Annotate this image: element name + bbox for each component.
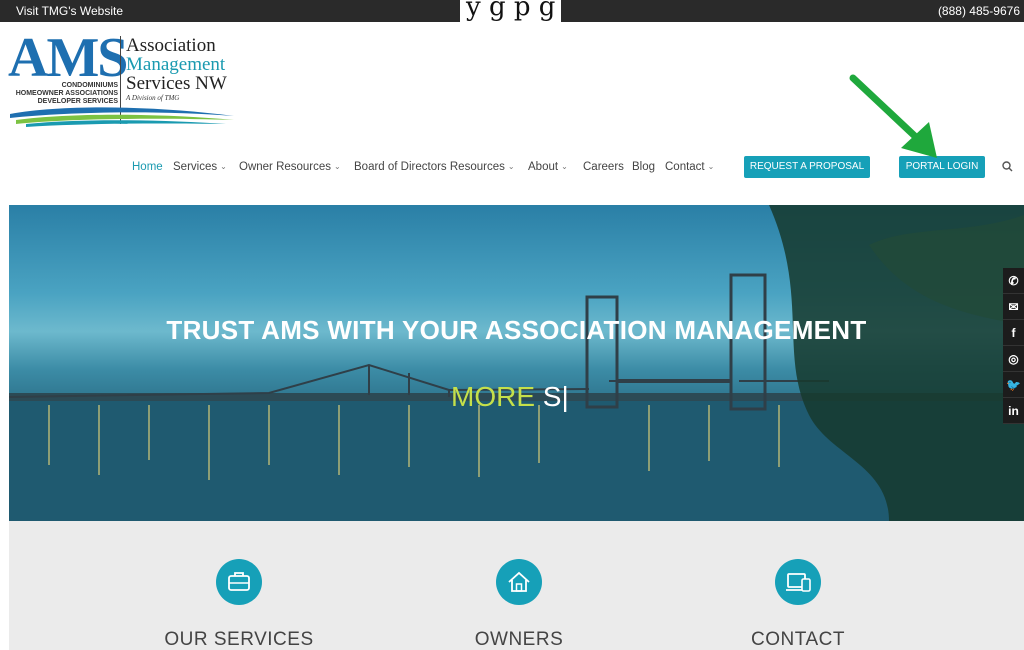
nav-item-owner-resources[interactable]: Owner Resources ⌄ xyxy=(239,161,341,173)
chevron-down-icon: ⌄ xyxy=(507,162,515,171)
devices-icon[interactable] xyxy=(775,559,821,605)
feature-our-services[interactable]: OUR SERVICES xyxy=(159,559,319,650)
typed-text-green: MORE xyxy=(451,381,535,412)
typed-text-white: S| xyxy=(542,381,569,412)
logo-swoosh-icon xyxy=(10,107,234,127)
phone-number[interactable]: (888) 485-9676 xyxy=(938,4,1020,18)
nav-item-label: Board of Directors Resources xyxy=(354,161,505,173)
search-icon[interactable] xyxy=(1000,159,1016,175)
feature-label: OUR SERVICES xyxy=(164,629,314,650)
features-section: OUR SERVICES OWNERS CONTACT xyxy=(9,521,1024,650)
green-arrow-annotation xyxy=(849,74,937,158)
linkedin-icon[interactable]: in xyxy=(1003,398,1024,424)
page: Visit TMG's Website y g p g (888) 485-96… xyxy=(0,0,1024,650)
logo-name-line-3: Services NW xyxy=(126,73,227,94)
logo-name-line-2: Management xyxy=(126,54,226,75)
overlapping-text: y g p g xyxy=(460,0,562,22)
nav-item-home[interactable]: Home xyxy=(132,161,163,173)
top-bar: Visit TMG's Website y g p g (888) 485-96… xyxy=(0,0,1024,22)
email-icon[interactable]: ✉ xyxy=(1003,294,1024,320)
hero-banner: TRUST AMS WITH YOUR ASSOCIATION MANAGEME… xyxy=(9,205,1024,521)
nav-item-careers[interactable]: Careers xyxy=(583,161,624,173)
chevron-down-icon: ⌄ xyxy=(561,162,568,171)
phone-icon[interactable]: ✆ xyxy=(1003,268,1024,294)
logo-tag-1: CONDOMINIUMS xyxy=(61,82,118,89)
nav-item-blog[interactable]: Blog xyxy=(632,161,655,173)
instagram-icon[interactable]: ◎ xyxy=(1003,346,1024,372)
feature-label: OWNERS xyxy=(474,629,564,650)
hero-typed-text: MORE S| xyxy=(451,381,569,413)
bridge-scene-image xyxy=(9,205,1024,521)
logo-division: A Division of TMG xyxy=(126,94,180,102)
logo-ams-mark: AMS xyxy=(8,27,128,89)
hero-headline: TRUST AMS WITH YOUR ASSOCIATION MANAGEME… xyxy=(166,315,867,345)
logo-tag-2: HOMEOWNER ASSOCIATIONS xyxy=(15,90,118,97)
chevron-down-icon: ⌄ xyxy=(220,162,227,171)
nav-item-services[interactable]: Services ⌄ xyxy=(173,161,227,173)
nav-item-board-resources[interactable]: Board of Directors Resources ⌄ xyxy=(354,161,515,173)
house-icon[interactable] xyxy=(496,559,542,605)
feature-owners[interactable]: OWNERS xyxy=(439,559,599,650)
feature-label: CONTACT xyxy=(751,629,845,650)
visit-tmg-link[interactable]: Visit TMG's Website xyxy=(16,4,123,18)
twitter-icon[interactable]: 🐦 xyxy=(1003,372,1024,398)
social-sidebar: ✆ ✉ f ◎ 🐦 in xyxy=(1003,268,1024,424)
ams-logo[interactable]: AMS CONDOMINIUMS HOMEOWNER ASSOCIATIONS … xyxy=(6,30,246,130)
logo-name-line-1: Association xyxy=(126,35,216,56)
nav-item-contact[interactable]: Contact ⌄ xyxy=(665,161,714,173)
feature-contact[interactable]: CONTACT xyxy=(718,559,878,650)
briefcase-icon[interactable] xyxy=(216,559,262,605)
nav-item-label: Home xyxy=(132,161,163,173)
nav-item-label: Blog xyxy=(632,161,656,173)
nav-item-label: Careers xyxy=(583,161,624,173)
facebook-icon[interactable]: f xyxy=(1003,320,1024,346)
chevron-down-icon: ⌄ xyxy=(707,162,715,171)
nav-item-label: Owner Resources xyxy=(239,161,332,173)
nav-item-label: About xyxy=(528,161,559,173)
logo-company-name: Association Management Services NW xyxy=(126,36,227,93)
chevron-down-icon: ⌄ xyxy=(334,162,341,171)
nav-item-label: Contact xyxy=(665,161,705,173)
nav-item-label: Services xyxy=(173,161,218,173)
nav-item-about[interactable]: About ⌄ xyxy=(528,161,568,173)
logo-tagline: CONDOMINIUMS HOMEOWNER ASSOCIATIONS DEVE… xyxy=(6,82,118,106)
